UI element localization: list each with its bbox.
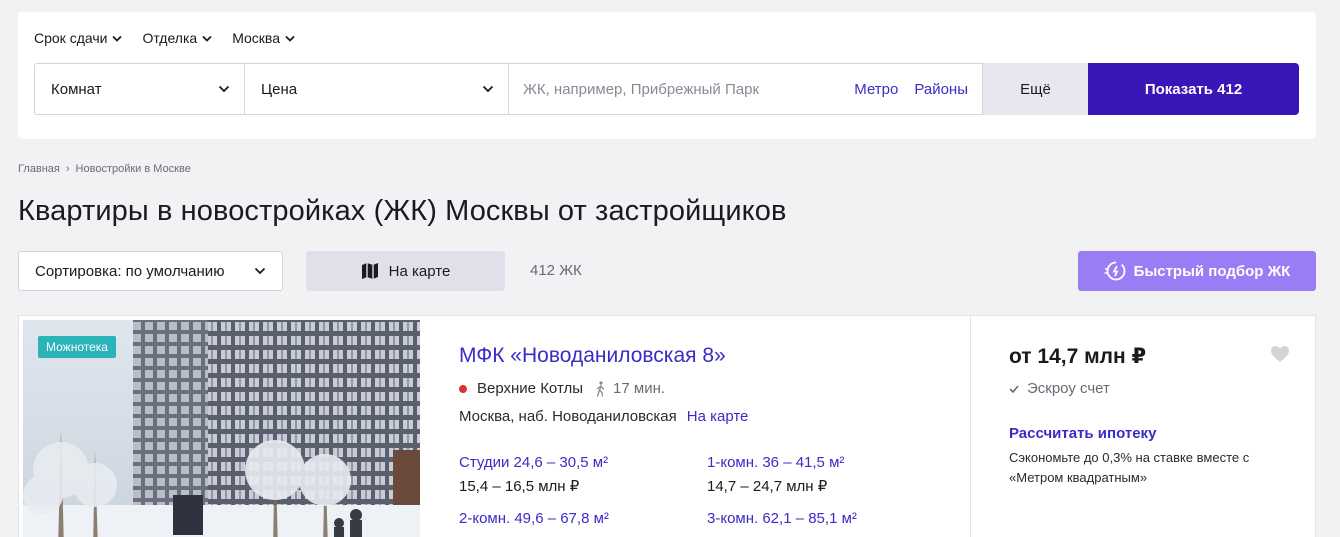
listing-info: МФК «Новоданиловская 8» Верхние Котлы 17… [459, 316, 969, 537]
breadcrumb-separator: › [65, 163, 70, 175]
quick-filters: Срок сдачи Отделка Москва [34, 30, 295, 46]
sort-select-label: Сортировка: по умолчанию [35, 262, 225, 280]
apartment-type-label: Студии 24,6 – 30,5 м² [459, 454, 609, 471]
escrow-info: Эскроу счет [1009, 380, 1110, 397]
quick-pick-icon [1104, 261, 1126, 281]
rooms-select[interactable]: Комнат [34, 63, 245, 115]
address-text: Москва, наб. Новоданиловская [459, 408, 677, 425]
apartment-type-studio[interactable]: Студии 24,6 – 30,5 м² 15,4 – 16,5 млн ₽ [459, 451, 608, 499]
rooms-select-label: Комнат [51, 80, 102, 98]
heart-icon[interactable] [1270, 345, 1290, 363]
address-line: Москва, наб. Новоданиловская На карте [459, 408, 748, 425]
filter-panel: Срок сдачи Отделка Москва Комнат Цена Ме… [18, 12, 1316, 139]
filter-deadline-label: Срок сдачи [34, 30, 108, 46]
metro-line-dot [459, 384, 467, 393]
chevron-down-icon [482, 85, 494, 93]
more-filters-button[interactable]: Ещё [983, 63, 1088, 115]
chevron-down-icon [112, 35, 123, 42]
apartment-type-label: 3-комн. 62,1 – 85,1 м² [707, 510, 857, 527]
chevron-down-icon [254, 267, 266, 275]
apartment-price: 15,4 – 16,5 млн ₽ [459, 478, 580, 495]
results-count: 412 ЖК [530, 262, 582, 279]
price-select[interactable]: Цена [245, 63, 509, 115]
show-results-button[interactable]: Показать 412 [1088, 63, 1299, 115]
search-row: Комнат Цена Метро Районы Ещё Показать 41… [34, 63, 1299, 115]
filter-finishing[interactable]: Отделка [142, 30, 212, 46]
filter-finishing-label: Отделка [142, 30, 198, 46]
metro-link[interactable]: Метро [854, 81, 898, 98]
sort-select[interactable]: Сортировка: по умолчанию [18, 251, 283, 291]
apartment-type-label: 2-комн. 49,6 – 67,8 м² [459, 510, 609, 527]
chevron-down-icon [202, 35, 212, 42]
districts-link[interactable]: Районы [914, 81, 968, 98]
apartment-type-2room[interactable]: 2-комн. 49,6 – 67,8 м² [459, 507, 609, 531]
apartment-type-label: 1-комн. 36 – 41,5 м² [707, 454, 845, 471]
address-map-link[interactable]: На карте [687, 408, 749, 425]
page-title: Квартиры в новостройках (ЖК) Москвы от з… [18, 195, 787, 227]
listing-badge: Можнотека [38, 336, 116, 358]
listing-price-panel: от 14,7 млн ₽ Эскроу счет Рассчитать ипо… [1009, 316, 1309, 537]
listing-photo[interactable]: Можнотека [23, 320, 420, 537]
chevron-down-icon [218, 85, 230, 93]
walking-icon [596, 380, 605, 397]
quick-pick-button[interactable]: Быстрый подбор ЖК [1078, 251, 1316, 291]
apartment-type-3room[interactable]: 3-комн. 62,1 – 85,1 м² [707, 507, 857, 531]
listing-title[interactable]: МФК «Новоданиловская 8» [459, 344, 726, 368]
walk-time: 17 мин. [613, 380, 666, 397]
quick-pick-label: Быстрый подбор ЖК [1133, 262, 1291, 280]
price-select-label: Цена [261, 80, 298, 98]
price-from: от 14,7 млн ₽ [1009, 345, 1147, 368]
checkmark-icon [1009, 384, 1019, 393]
map-view-label: На карте [388, 262, 451, 280]
results-toolbar: Сортировка: по умолчанию На карте 412 ЖК… [18, 251, 1316, 291]
chevron-down-icon [285, 35, 295, 42]
mortgage-description: Сэкономьте до 0,3% на ставке вместе с «М… [1009, 450, 1250, 485]
card-divider [970, 316, 971, 537]
filter-city[interactable]: Москва [232, 30, 295, 46]
filter-deadline[interactable]: Срок сдачи [34, 30, 123, 46]
escrow-label: Эскроу счет [1027, 380, 1110, 397]
search-field: Метро Районы [509, 63, 983, 115]
listing-card[interactable]: Можнотека МФК «Новоданиловская 8» Верхни… [18, 315, 1316, 537]
metro-station: Верхние Котлы [477, 380, 584, 397]
mortgage-calc-link[interactable]: Рассчитать ипотеку [1009, 425, 1156, 442]
filter-city-label: Москва [232, 30, 280, 46]
metro-info: Верхние Котлы 17 мин. [459, 380, 665, 397]
apartment-type-1room[interactable]: 1-комн. 36 – 41,5 м² 14,7 – 24,7 млн ₽ [707, 451, 844, 499]
breadcrumb-home[interactable]: Главная [18, 163, 60, 175]
search-input[interactable] [523, 80, 839, 98]
map-view-button[interactable]: На карте [306, 251, 505, 291]
breadcrumb: Главная › Новостройки в Москве [18, 163, 191, 175]
apartment-price: 14,7 – 24,7 млн ₽ [707, 478, 828, 495]
breadcrumb-current[interactable]: Новостройки в Москве [76, 163, 191, 175]
map-icon [361, 263, 378, 279]
